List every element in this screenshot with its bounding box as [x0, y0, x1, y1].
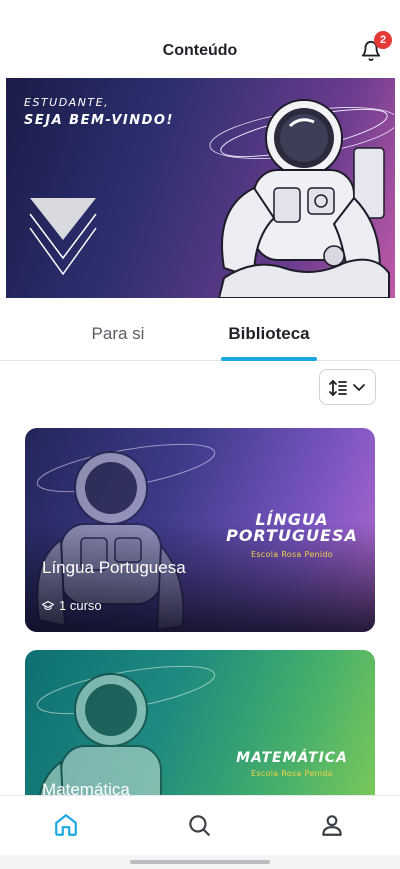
- nav-home[interactable]: [53, 812, 81, 840]
- course-cover-name: MATEMÁTICA: [236, 750, 348, 766]
- graduation-cap-icon: [42, 600, 54, 610]
- welcome-banner: ESTUDANTE, SEJA BEM-VINDO!: [6, 78, 395, 298]
- content-tabs: Para si Biblioteca: [0, 312, 400, 361]
- astronaut-illustration: [209, 99, 394, 298]
- chevron-down-icon: [353, 384, 365, 392]
- active-tab-indicator: [221, 357, 317, 361]
- course-cover-name: LÍNGUA PORTUGUESA: [226, 510, 358, 545]
- course-cover-school: Escola Rosa Penido: [250, 550, 334, 559]
- welcome-text: ESTUDANTE, SEJA BEM-VINDO!: [24, 96, 174, 128]
- welcome-line-2: SEJA BEM-VINDO!: [24, 113, 174, 128]
- course-cover-title: LÍNGUA PORTUGUESA Escola Rosa Penido: [217, 512, 367, 563]
- course-count-label: 1 curso: [59, 598, 102, 613]
- course-title: Língua Portuguesa: [42, 558, 186, 577]
- course-cover-school: Escola Rosa Penido: [250, 769, 334, 778]
- sort-icon: [329, 379, 365, 397]
- course-card-lingua-portuguesa[interactable]: LÍNGUA PORTUGUESA Escola Rosa Penido Lín…: [25, 428, 375, 632]
- search-icon: [189, 815, 210, 836]
- nav-profile[interactable]: [319, 812, 347, 840]
- home-indicator[interactable]: [130, 860, 270, 864]
- course-count: 1 curso: [42, 598, 102, 613]
- nav-search[interactable]: [186, 812, 214, 840]
- tab-biblioteca[interactable]: Biblioteca: [221, 324, 317, 344]
- triangle-logo-icon: [29, 198, 97, 276]
- bottom-navigation: [0, 795, 400, 855]
- user-icon: [322, 815, 342, 836]
- welcome-line-1: ESTUDANTE,: [24, 96, 110, 109]
- tab-para-si[interactable]: Para si: [70, 324, 166, 344]
- sort-button[interactable]: [319, 369, 376, 405]
- notification-badge: 2: [374, 31, 392, 49]
- home-icon: [55, 814, 77, 836]
- app-header: Conteúdo 2: [0, 0, 400, 78]
- page-title: Conteúdo: [162, 42, 238, 59]
- course-cover-title: MATEMÁTICA Escola Rosa Penido: [217, 750, 367, 778]
- course-card-matematica[interactable]: MATEMÁTICA Escola Rosa Penido Matemática: [25, 650, 375, 810]
